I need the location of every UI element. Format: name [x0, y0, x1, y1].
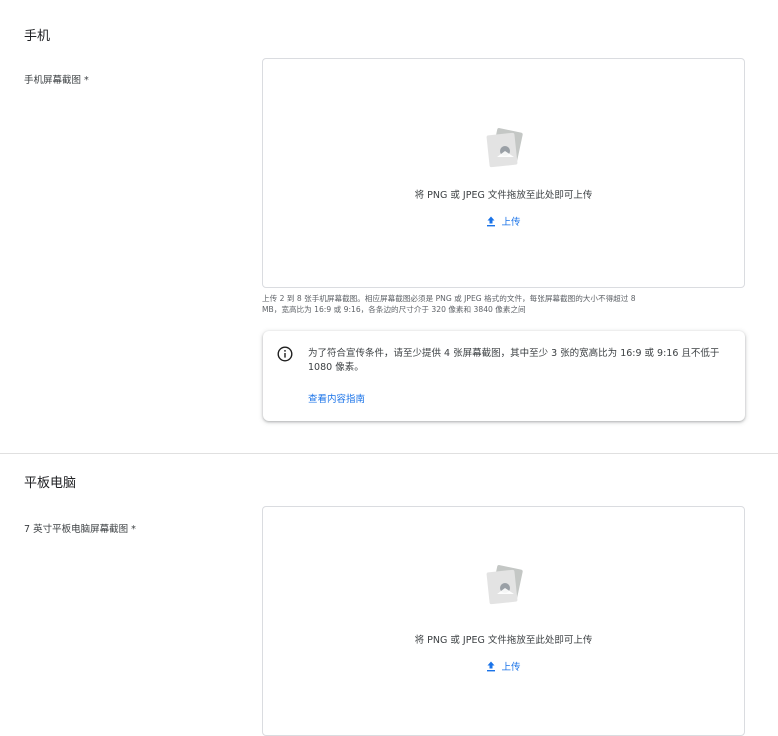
tablet-section-title: 平板电脑 — [24, 476, 77, 491]
upload-icon — [487, 216, 496, 226]
phone-dropzone-text: 将 PNG 或 JPEG 文件拖放至此处即可上传 — [414, 190, 593, 201]
tablet-dropzone-text: 将 PNG 或 JPEG 文件拖放至此处即可上传 — [414, 635, 593, 646]
phone-helper-line-2: MB，宽高比为 16:9 或 9:16，各条边的尺寸介于 320 像素和 384… — [262, 305, 526, 314]
tablet-upload-label: 上传 — [501, 662, 521, 673]
tablet-7in-screenshot-dropzone[interactable]: 将 PNG 或 JPEG 文件拖放至此处即可上传 上传 — [262, 506, 745, 736]
section-divider — [0, 453, 778, 454]
phone-upload-button[interactable]: 上传 — [263, 214, 744, 228]
phone-helper-line-1: 上传 2 到 8 张手机屏幕截图。相应屏幕截图必须是 PNG 或 JPEG 格式… — [262, 294, 636, 303]
image-placeholder-icon — [486, 565, 523, 605]
phone-upload-label: 上传 — [501, 217, 521, 228]
info-icon — [277, 346, 293, 362]
phone-screenshot-label: 手机屏幕截图 * — [24, 75, 89, 86]
image-placeholder-icon — [486, 128, 523, 168]
promo-info-card: 为了符合宣传条件，请至少提供 4 张屏幕截图，其中至少 3 张的宽高比为 16:… — [263, 331, 745, 421]
promo-info-text: 为了符合宣传条件，请至少提供 4 张屏幕截图，其中至少 3 张的宽高比为 16:… — [308, 348, 720, 373]
tablet-upload-button[interactable]: 上传 — [263, 659, 744, 673]
content-guidelines-link[interactable]: 查看内容指南 — [308, 391, 365, 405]
upload-icon — [487, 661, 496, 671]
tablet-7in-screenshot-label: 7 英寸平板电脑屏幕截图 * — [24, 524, 136, 535]
phone-section-title: 手机 — [24, 29, 51, 44]
phone-screenshot-dropzone[interactable]: 将 PNG 或 JPEG 文件拖放至此处即可上传 上传 — [262, 58, 745, 288]
phone-helper-text: 上传 2 到 8 张手机屏幕截图。相应屏幕截图必须是 PNG 或 JPEG 格式… — [262, 293, 752, 315]
